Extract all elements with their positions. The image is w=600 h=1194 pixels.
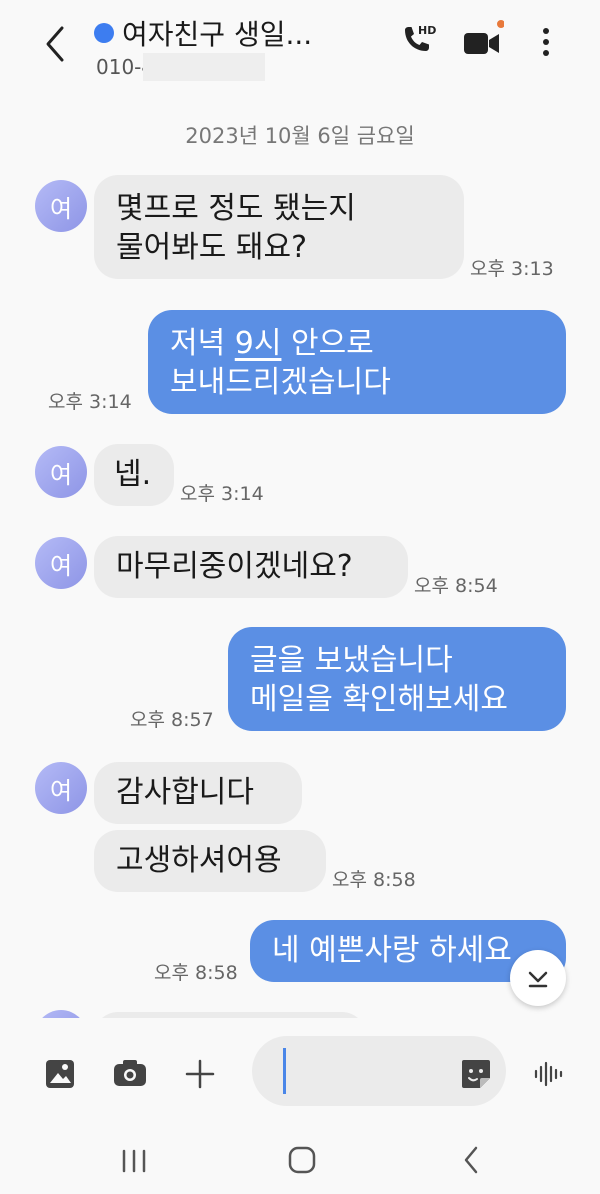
message-line: 네 예쁜사랑 하세요 [272,933,512,968]
message-line: 감사합니다 [116,775,254,810]
hd-label: HD [418,24,436,37]
gallery-button[interactable] [38,1052,82,1096]
message-time: 오후 8:54 [414,575,498,597]
date-separator: 2023년 10월 6일 금요일 [185,124,415,148]
unread-dot-icon [94,23,114,43]
voice-input-button[interactable] [526,1052,570,1096]
message-line: 물어봐도 돼요? [116,230,308,265]
message-text: 저녁 [170,326,235,361]
message-bubble-incoming[interactable]: 감사합니다 [94,762,302,824]
camera-icon [114,1060,146,1086]
message-line: 보내드리겠습니다 [170,365,391,400]
message-line: 넵. [114,457,152,492]
video-call-button[interactable] [460,20,505,64]
nav-back-button[interactable] [450,1140,494,1184]
camera-button[interactable] [108,1052,152,1096]
message-time: 오후 8:58 [332,869,416,891]
text-caret [283,1048,286,1094]
notification-dot [497,20,505,28]
message-line: 고생하셔어용 [116,843,282,878]
back-button[interactable] [34,22,78,66]
call-button[interactable]: HD [396,20,440,64]
gallery-icon [46,1060,74,1088]
message-line: 저녁 9시 안으로 [170,324,544,363]
message-bubble-outgoing[interactable]: 글을 보냈습니다 메일을 확인해보세요 [228,627,566,731]
message-bubble-outgoing[interactable]: 저녁 9시 안으로 보내드리겠습니다 [148,310,566,414]
more-vertical-icon [543,28,549,56]
scroll-to-bottom-button[interactable] [510,950,566,1006]
add-attachment-button[interactable] [178,1052,222,1096]
contact-title-row[interactable]: 여자친구 생일... [94,13,312,53]
contact-title: 여자친구 생일... [122,18,313,51]
message-time: 오후 3:14 [48,391,132,413]
app-header: 여자친구 생일... 010-4 HD [0,0,600,100]
message-line: 몇프로 정도 됐는지 [116,191,356,226]
message-time: 오후 3:13 [470,258,554,280]
sticker-button[interactable] [454,1052,498,1096]
message-bubble-incoming[interactable]: 마무리중이겠네요? [94,536,408,598]
message-line: 메일을 확인해보세요 [250,682,508,717]
message-bubble-incoming[interactable]: 고생하셔어용 [94,830,326,892]
contact-avatar[interactable]: 여 [35,762,87,814]
contact-avatar[interactable]: 여 [35,446,87,498]
contact-avatar[interactable]: 여 [35,537,87,589]
nav-back-icon [464,1146,478,1174]
nav-recents-button[interactable] [112,1140,156,1184]
more-options-button[interactable] [524,20,568,64]
voice-wave-icon [534,1061,563,1087]
chevron-left-icon [46,26,64,62]
scroll-to-bottom-icon [528,971,548,988]
message-text: 안으로 [281,326,374,361]
contact-avatar[interactable]: 여 [35,180,87,232]
message-bubble-incoming[interactable]: 넵. [94,444,174,506]
message-line: 글을 보냈습니다 [250,643,453,678]
home-icon [288,1146,316,1174]
message-line: 마무리중이겠네요? [116,549,353,584]
nav-home-button[interactable] [280,1140,324,1184]
sticker-icon [462,1060,490,1088]
plus-icon [185,1059,215,1089]
time-link[interactable]: 9시 [235,326,282,361]
recents-icon [122,1149,146,1173]
phone-hd-icon: HD [405,24,436,51]
message-time: 오후 8:58 [154,962,238,984]
redaction-block [143,53,265,81]
message-bubble-incoming[interactable]: 몇프로 정도 됐는지 물어봐도 돼요? [94,175,464,279]
video-call-icon [464,20,505,54]
message-time: 오후 3:14 [180,483,264,505]
message-time: 오후 8:57 [130,709,214,731]
